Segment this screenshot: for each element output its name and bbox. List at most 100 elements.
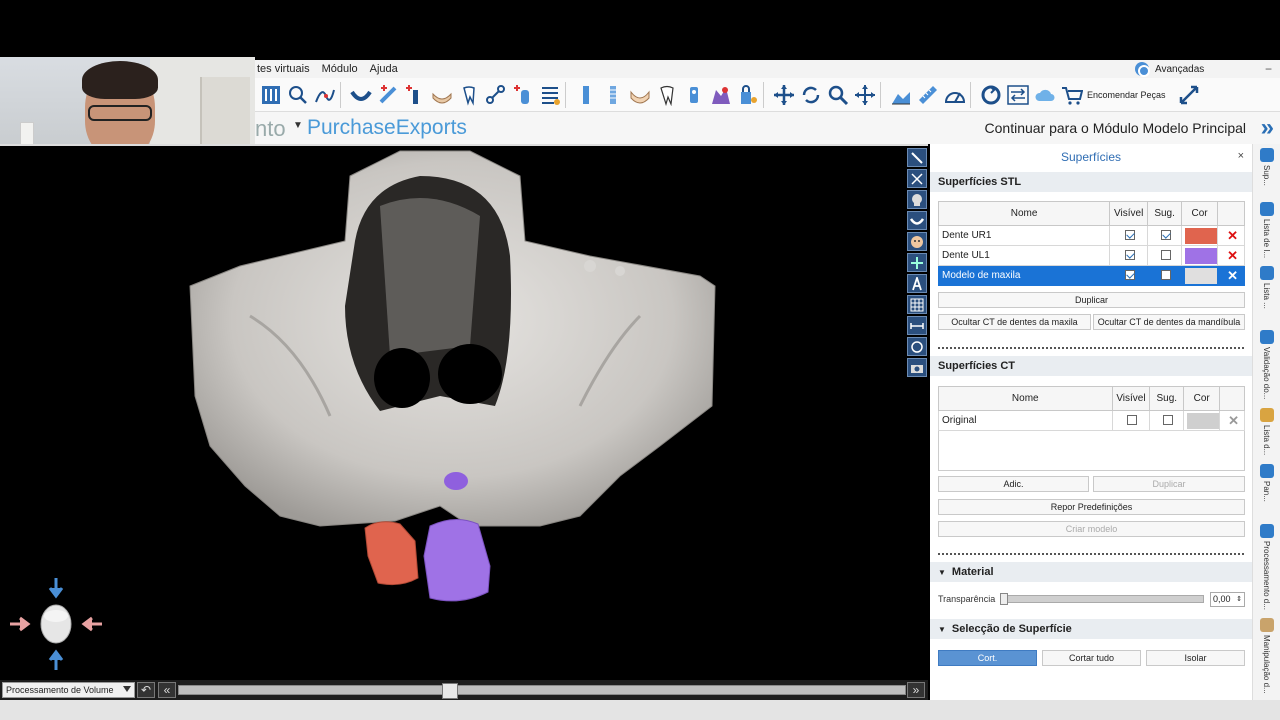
rotate-icon[interactable] xyxy=(800,84,822,106)
side-tab[interactable]: Manipulação d... xyxy=(1257,618,1277,694)
advanced-toggle[interactable]: Avançadas xyxy=(1135,60,1204,78)
angle-icon[interactable] xyxy=(944,84,966,106)
3d-icon[interactable] xyxy=(907,337,927,356)
camera-icon[interactable] xyxy=(907,358,927,377)
pan-icon[interactable] xyxy=(854,84,876,106)
hide-mandible-ct-button[interactable]: Ocultar CT de dentes da mandíbula xyxy=(1093,314,1245,330)
stl-sug-checkbox[interactable] xyxy=(1161,270,1172,281)
guide-design-icon[interactable] xyxy=(710,84,732,106)
continue-chevron-icon[interactable]: » xyxy=(1261,114,1274,142)
add-ct-button[interactable]: Adic. xyxy=(938,476,1089,492)
stl-color-swatch[interactable] xyxy=(1185,267,1218,284)
ct-visible-checkbox[interactable] xyxy=(1127,415,1138,426)
side-tab[interactable]: Processamento d... xyxy=(1257,524,1277,610)
transfer-icon[interactable] xyxy=(1007,84,1029,106)
menu-item-module[interactable]: Módulo xyxy=(320,63,358,75)
measure-icon[interactable] xyxy=(907,316,927,335)
spin-arrows-icon[interactable]: ⇕ xyxy=(1236,593,1242,606)
implant-blue-icon[interactable] xyxy=(575,84,597,106)
col-color[interactable]: Cor xyxy=(1181,201,1219,226)
slice-icon[interactable] xyxy=(907,148,927,167)
reset-view-icon[interactable] xyxy=(980,84,1002,106)
zoom-icon[interactable] xyxy=(827,84,849,106)
orientation-icon[interactable] xyxy=(907,253,927,272)
cross-section-icon[interactable] xyxy=(907,169,927,188)
tooth-icon[interactable] xyxy=(656,84,678,106)
cloud-icon[interactable] xyxy=(1034,84,1056,106)
ct-col-color[interactable]: Cor xyxy=(1183,386,1221,411)
volume-slider-thumb[interactable] xyxy=(442,683,459,699)
module-dropdown-caret-icon[interactable]: ▼ xyxy=(293,120,303,131)
delete-icon[interactable]: ✕ xyxy=(1217,265,1245,286)
stl-visible-checkbox[interactable] xyxy=(1125,250,1136,261)
delete-icon[interactable]: ✕ xyxy=(1217,245,1245,266)
tooth-add-icon[interactable] xyxy=(458,84,480,106)
ct-color-swatch[interactable] xyxy=(1187,412,1220,429)
ct-col-sug[interactable]: Sug. xyxy=(1149,386,1185,411)
side-tab[interactable]: Validação do... xyxy=(1257,330,1277,399)
add-implant-icon[interactable] xyxy=(404,84,426,106)
ct-sug-checkbox[interactable] xyxy=(1163,415,1174,426)
order-parts-label[interactable]: Encomendar Peças xyxy=(1087,90,1166,100)
cut-all-button[interactable]: Cortar tudo xyxy=(1042,650,1141,666)
density-icon[interactable] xyxy=(890,84,912,106)
cut-button[interactable]: Cort. xyxy=(938,650,1037,666)
stl-sug-checkbox[interactable] xyxy=(1161,250,1172,261)
curve-tool-icon[interactable] xyxy=(314,84,336,106)
orientation-head-widget[interactable] xyxy=(8,576,104,672)
stl-row[interactable]: Modelo de maxila ✕ xyxy=(937,265,1245,286)
sleeve-icon[interactable] xyxy=(683,84,705,106)
menu-item-help[interactable]: Ajuda xyxy=(368,63,398,75)
grid-icon[interactable] xyxy=(907,295,927,314)
move-icon[interactable] xyxy=(773,84,795,106)
ct-col-visible[interactable]: Visível xyxy=(1111,386,1151,411)
close-icon[interactable]: × xyxy=(1238,150,1244,162)
ct-row-original[interactable]: Original ✕ xyxy=(938,410,1245,431)
arch-icon[interactable] xyxy=(350,84,372,106)
lock-guide-icon[interactable] xyxy=(737,84,759,106)
col-name[interactable]: Nome xyxy=(937,201,1111,226)
continue-module-link[interactable]: Continuar para o Módulo Modelo Principal xyxy=(985,120,1246,136)
volume-mode-select[interactable]: Processamento de Volume xyxy=(2,682,135,698)
side-tab[interactable]: Pan... xyxy=(1257,464,1277,502)
stl-color-swatch[interactable] xyxy=(1185,227,1218,244)
volume-slider[interactable] xyxy=(178,683,906,699)
minimize-button[interactable]: − xyxy=(1265,62,1272,76)
stl-visible-checkbox[interactable] xyxy=(1125,270,1136,281)
selection-section-header[interactable]: ▼ Selecção de Superfície xyxy=(930,619,1252,639)
stl-color-swatch[interactable] xyxy=(1185,247,1218,264)
transparency-spinbox[interactable]: 0,00 ⇕ xyxy=(1210,592,1245,607)
stl-row[interactable]: Dente UL1 ✕ xyxy=(937,245,1245,266)
fullscreen-icon[interactable] xyxy=(1178,84,1200,106)
stl-row-name[interactable]: Dente UR1 xyxy=(937,225,1111,246)
jaw-view-icon[interactable] xyxy=(907,211,927,230)
slider-next-icon[interactable]: » xyxy=(907,682,925,698)
add-nerve-icon[interactable] xyxy=(377,84,399,106)
abutment-icon[interactable] xyxy=(602,84,624,106)
skull-icon[interactable] xyxy=(907,190,927,209)
jaw-icon[interactable] xyxy=(431,84,453,106)
ct-row-name[interactable]: Original xyxy=(938,410,1113,431)
face-icon[interactable] xyxy=(907,232,927,251)
reset-defaults-button[interactable]: Repor Predefinições xyxy=(938,499,1245,515)
model-jaw-icon[interactable] xyxy=(629,84,651,106)
transparency-slider-thumb[interactable] xyxy=(1000,593,1008,605)
node-path-icon[interactable] xyxy=(485,84,507,106)
material-section-header[interactable]: ▼ Material xyxy=(930,562,1252,582)
ct-col-name[interactable]: Nome xyxy=(938,386,1113,411)
side-tab[interactable]: Lista ... xyxy=(1257,266,1277,309)
volume-settings-icon[interactable] xyxy=(260,84,282,106)
create-model-button[interactable]: Criar modelo xyxy=(938,521,1245,537)
side-tab[interactable]: Lista d... xyxy=(1257,408,1277,455)
delete-icon[interactable]: ✕ xyxy=(1217,225,1245,246)
side-tab[interactable]: Sup... xyxy=(1257,148,1277,186)
zoom-region-icon[interactable] xyxy=(287,84,309,106)
duplicate-stl-button[interactable]: Duplicar xyxy=(938,292,1245,308)
menu-item-virtual[interactable]: tes virtuais xyxy=(255,63,310,75)
stl-sug-checkbox[interactable] xyxy=(1161,230,1172,241)
hide-maxilla-ct-button[interactable]: Ocultar CT de dentes da maxila xyxy=(938,314,1091,330)
col-visible[interactable]: Visível xyxy=(1109,201,1149,226)
list-settings-icon[interactable] xyxy=(539,84,561,106)
ruler-icon[interactable] xyxy=(917,84,939,106)
stl-row-name[interactable]: Modelo de maxila xyxy=(937,265,1111,286)
